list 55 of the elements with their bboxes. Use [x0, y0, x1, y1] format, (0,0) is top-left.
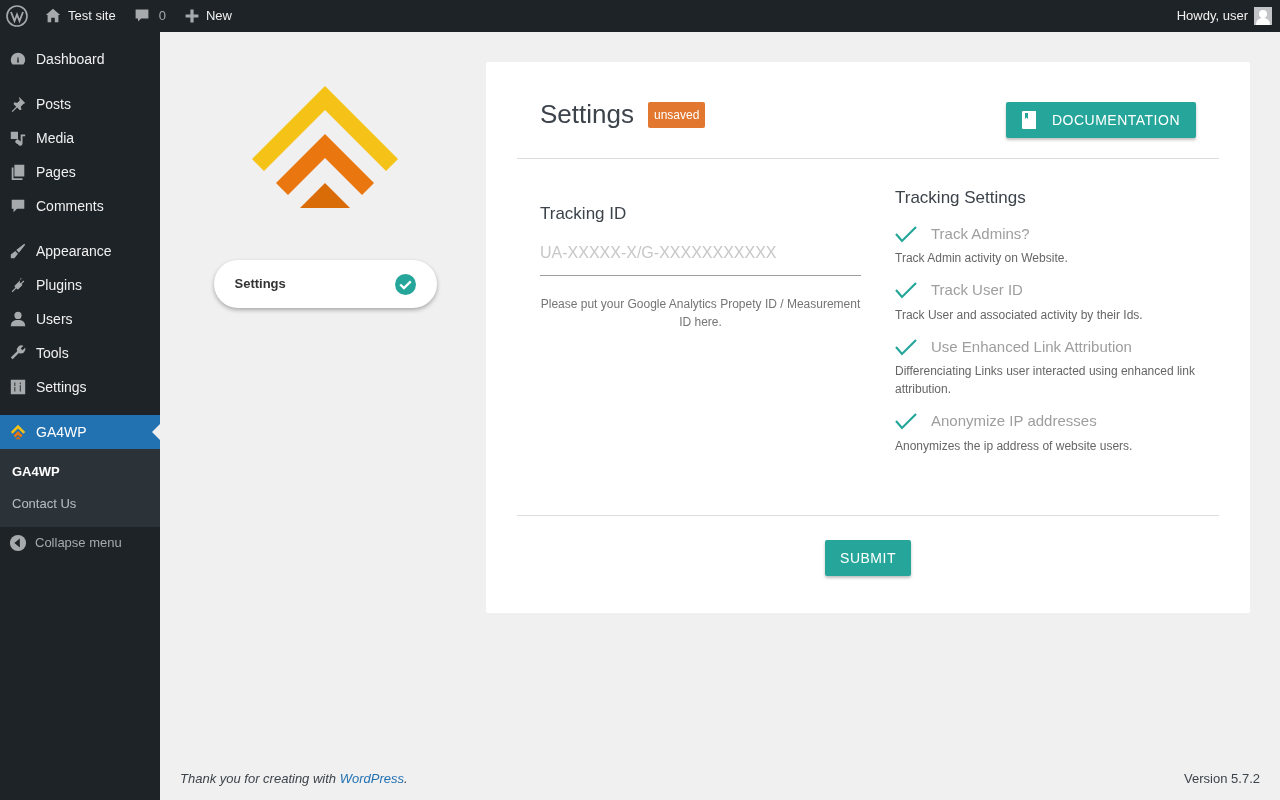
- pages-icon: [9, 163, 27, 181]
- menu-item[interactable]: Posts: [0, 87, 160, 121]
- unsaved-badge: unsaved: [647, 102, 706, 128]
- section-title: Tracking Settings: [895, 187, 1027, 209]
- avatar-icon[interactable]: [1254, 7, 1272, 25]
- wordpress-logo-icon[interactable]: [6, 5, 28, 27]
- footer-text: Thank you for creating with WordPress.: [180, 769, 408, 788]
- media-icon: [9, 129, 27, 147]
- wordpress-link[interactable]: WordPress: [339, 770, 404, 786]
- menu-item[interactable]: Media: [0, 121, 160, 155]
- tracking-id-label: Tracking ID: [540, 203, 628, 225]
- greeting-link[interactable]: Howdy, user: [1176, 6, 1248, 26]
- book-icon: [1021, 111, 1036, 129]
- new-link[interactable]: New: [205, 6, 232, 26]
- option-description: Track Admin activity on Website.: [895, 250, 1069, 267]
- checkmark-icon[interactable]: [895, 337, 917, 356]
- menu-item[interactable]: Users: [0, 302, 160, 336]
- collapse-menu-button[interactable]: Collapse menu: [0, 527, 160, 559]
- brush-icon: [9, 242, 27, 260]
- user-icon: [9, 310, 27, 328]
- submenu-item[interactable]: GA4WP: [0, 456, 160, 488]
- checkmark-icon[interactable]: [895, 224, 917, 243]
- menu-item[interactable]: Appearance: [0, 234, 160, 268]
- menu-item[interactable]: Tools: [0, 336, 160, 370]
- home-icon[interactable]: [44, 7, 62, 25]
- option-label: Track Admins?: [931, 223, 1030, 244]
- option-description: Differenciating Links user interacted using enhanced link attribution.: [895, 363, 1196, 398]
- card-title: Settings: [540, 100, 634, 129]
- option-description: Track User and associated activity by their Ids.: [895, 306, 1144, 324]
- wrench-icon: [9, 344, 27, 362]
- sliders-icon: [9, 378, 27, 396]
- comment-icon[interactable]: [133, 8, 150, 24]
- site-name-link[interactable]: Test site: [68, 6, 116, 26]
- menu-item[interactable]: Dashboard: [0, 42, 160, 76]
- chevron-logo-icon: [9, 423, 27, 441]
- menu-item[interactable]: Pages: [0, 155, 160, 189]
- option-label: Track User ID: [931, 280, 1023, 300]
- help-text: Please put your Google Analytics Propety ID / Measurement ID here.: [540, 295, 861, 332]
- checkmark-icon[interactable]: [895, 281, 917, 300]
- menu-item[interactable]: Plugins: [0, 268, 160, 302]
- menu-item[interactable]: Comments: [0, 189, 160, 223]
- settings-tab[interactable]: Settings: [213, 260, 437, 308]
- menu-item[interactable]: Settings: [0, 370, 160, 404]
- submenu-item[interactable]: Contact Us: [0, 487, 160, 519]
- collapse-icon: [9, 533, 27, 552]
- checkmark-icon[interactable]: [895, 412, 917, 431]
- plug-icon: [9, 276, 27, 294]
- version-text: Version 5.7.2: [1184, 769, 1260, 788]
- option-label: Anonymize IP addresses: [931, 411, 1097, 431]
- option-label: Use Enhanced Link Attribution: [931, 336, 1132, 357]
- plus-icon[interactable]: [183, 8, 200, 24]
- option-description: Anonymizes the ip address of website users.: [895, 437, 1134, 455]
- menu-item[interactable]: GA4WP: [0, 415, 160, 449]
- pushpin-icon: [9, 95, 27, 113]
- comment-count[interactable]: 0: [158, 6, 166, 26]
